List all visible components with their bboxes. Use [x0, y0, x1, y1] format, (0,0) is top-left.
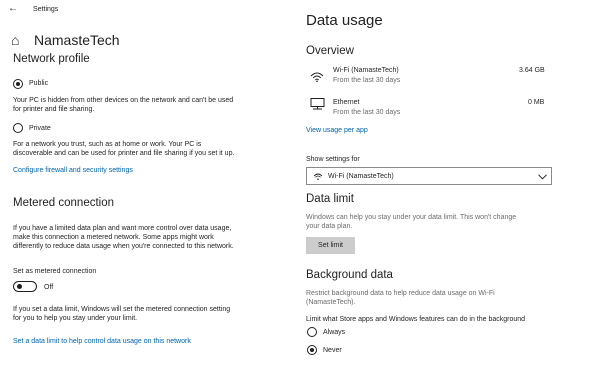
- public-description-line1: Your PC is hidden from other devices on …: [13, 97, 234, 104]
- window-title: Settings: [33, 6, 59, 13]
- data-usage-title: Data usage: [306, 12, 383, 29]
- overview-heading: Overview: [306, 45, 354, 57]
- data-limit-note-line1: If you set a data limit, Windows will se…: [13, 306, 231, 313]
- private-radio[interactable]: [13, 123, 23, 133]
- metered-toggle-state: Off: [44, 284, 54, 291]
- private-description-line1: For a network you trust, such as at home…: [13, 141, 202, 148]
- view-usage-per-app-link[interactable]: View usage per app: [306, 126, 368, 135]
- metered-description-line3: differently to reduce data usage when yo…: [13, 243, 234, 250]
- background-limit-label: Limit what Store apps and Windows featur…: [306, 316, 526, 323]
- wifi-usage-amount: 3.64 GB: [519, 67, 545, 74]
- wifi-usage-name: Wi-Fi (NamasteTech): [333, 67, 399, 74]
- chevron-down-icon: [538, 174, 547, 180]
- metered-description-line2: make this connection a metered network. …: [13, 234, 214, 241]
- toggle-knob: [16, 284, 22, 289]
- metered-connection-heading: Metered connection: [13, 197, 115, 209]
- data-limit-description-line1: Windows can help you stay under your dat…: [306, 214, 517, 221]
- always-label[interactable]: Always: [323, 328, 345, 337]
- metered-toggle[interactable]: [13, 281, 37, 292]
- set-data-limit-link[interactable]: Set a data limit to help control data us…: [13, 337, 191, 346]
- network-profile-heading: Network profile: [13, 53, 90, 65]
- wifi-icon: [310, 72, 324, 82]
- background-description-line1: Restrict background data to help reduce …: [306, 290, 495, 297]
- public-label[interactable]: Public: [29, 79, 48, 88]
- set-limit-button[interactable]: Set limit: [306, 237, 355, 254]
- wifi-icon: [313, 173, 323, 180]
- private-description-line2: discoverable and can be used for printer…: [13, 150, 235, 157]
- never-label[interactable]: Never: [323, 346, 342, 355]
- back-arrow-icon[interactable]: ←: [8, 3, 18, 14]
- set-metered-label: Set as metered connection: [13, 268, 97, 275]
- data-limit-note-line2: for you to help you stay under your limi…: [13, 315, 138, 322]
- dropdown-selected-value: Wi-Fi (NamasteTech): [328, 173, 394, 180]
- ethernet-usage-period: From the last 30 days: [333, 109, 401, 116]
- never-radio[interactable]: [307, 345, 317, 355]
- show-settings-label: Show settings for: [306, 156, 360, 163]
- private-label[interactable]: Private: [29, 124, 51, 133]
- wifi-usage-period: From the last 30 days: [333, 77, 401, 84]
- public-radio[interactable]: [13, 79, 23, 89]
- data-limit-description-line2: your data plan.: [306, 223, 353, 230]
- always-radio[interactable]: [307, 327, 317, 337]
- show-settings-dropdown[interactable]: Wi-Fi (NamasteTech): [306, 167, 552, 185]
- data-limit-heading: Data limit: [306, 193, 354, 205]
- metered-description-line1: If you have a limited data plan and want…: [13, 225, 232, 232]
- background-data-heading: Background data: [306, 269, 393, 281]
- public-description-line2: for printer and file sharing.: [13, 106, 95, 113]
- ethernet-usage-name: Ethernet: [333, 99, 360, 106]
- ethernet-icon: [310, 98, 325, 110]
- background-description-line2: (NamasteTech).: [306, 299, 356, 306]
- home-icon[interactable]: ⌂: [11, 33, 19, 47]
- configure-firewall-link[interactable]: Configure firewall and security settings: [13, 166, 133, 175]
- ethernet-usage-amount: 0 MB: [528, 99, 545, 106]
- page-title: NamasteTech: [34, 32, 120, 48]
